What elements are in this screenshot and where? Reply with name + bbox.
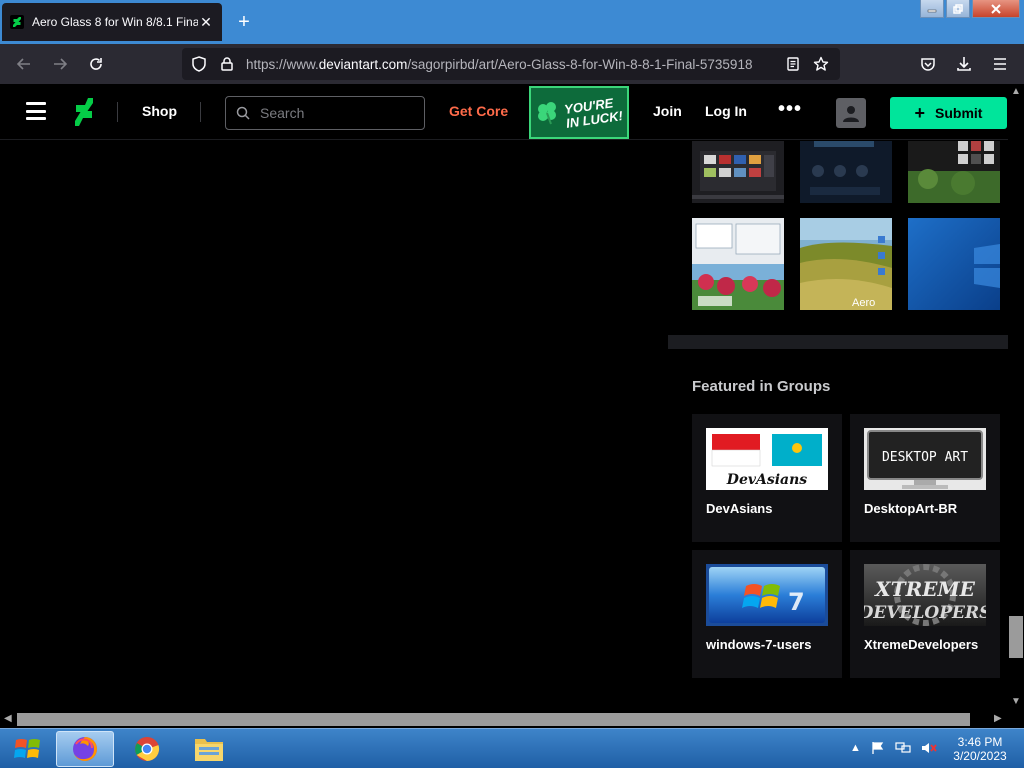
desktopart-logo-text: DESKTOP ART [882,450,968,465]
url-prefix: https://www. [246,56,319,72]
group-name[interactable]: XtremeDevelopers [864,637,978,652]
group-name[interactable]: DesktopArt-BR [864,501,957,516]
bookmark-star-icon[interactable] [812,55,830,73]
show-hidden-icons-icon[interactable]: ▲ [850,742,861,754]
group-card-devasians[interactable]: DevAsians DevAsians [692,414,842,542]
url-path: /sagorpirbd/art/Aero-Glass-8-for-Win-8-8… [407,56,753,72]
group-logo-devasians: DevAsians [706,428,828,490]
vertical-scrollbar[interactable]: ▲ ▼ [1008,84,1024,711]
submit-button[interactable]: + Submit [890,97,1007,129]
vertical-scroll-thumb[interactable] [1009,616,1023,658]
scroll-right-icon[interactable]: ▶ [994,713,1002,724]
gallery-thumbnail[interactable] [692,218,784,310]
group-name[interactable]: DevAsians [706,501,772,516]
browser-titlebar: Aero Glass 8 for Win 8/8.1 Final ✕ + [0,0,1024,44]
network-icon[interactable] [895,741,911,755]
system-clock[interactable]: 3:46 PM 3/20/2023 [948,735,1012,763]
hamburger-menu-icon[interactable] [26,102,46,120]
group-card-desktopart-br[interactable]: DESKTOP ART DesktopArt-BR [850,414,1000,542]
browser-tab[interactable]: Aero Glass 8 for Win 8/8.1 Final ✕ [2,3,222,41]
taskbar-firefox[interactable] [56,731,114,767]
tab-close-icon[interactable]: ✕ [198,14,214,31]
gallery-thumbnail[interactable] [800,141,892,203]
more-options-icon[interactable]: ••• [778,98,802,121]
featured-in-groups-title: Featured in Groups [692,378,831,395]
windows-taskbar: ▲ 3:46 PM 3/20/2023 [0,728,1024,768]
gallery-thumbnail[interactable] [908,141,1000,203]
plus-icon: + [914,102,926,123]
url-bar[interactable]: https://www.deviantart.com/sagorpirbd/ar… [182,48,840,80]
action-center-flag-icon[interactable] [871,741,885,755]
group-card-windows-7-users[interactable]: 7 windows-7-users [692,550,842,678]
downloads-icon[interactable] [952,52,976,76]
gallery-thumbnail[interactable] [692,141,784,203]
restore-icon[interactable] [946,0,970,18]
folder-icon [195,739,223,761]
chrome-icon [135,737,160,762]
tab-title: Aero Glass 8 for Win 8/8.1 Final [32,15,198,29]
page-content: Aero Featured in Groups DevAsians DevAsi… [0,141,1008,711]
minimize-icon[interactable] [920,0,944,18]
section-divider [668,335,1008,349]
youre-in-luck-banner[interactable]: YOU'RE IN LUCK! [529,86,629,139]
gallery-thumbnail[interactable]: Aero [800,218,892,310]
taskbar-chrome[interactable] [118,731,176,767]
new-tab-button[interactable]: + [232,10,256,34]
back-icon[interactable] [12,52,36,76]
reader-view-icon[interactable] [784,55,802,73]
window-close-icon[interactable] [972,0,1020,18]
clock-time: 3:46 PM [957,735,1003,749]
url-domain: deviantart.com [318,56,408,72]
get-core-link[interactable]: Get Core [449,103,508,119]
luck-text: YOU'RE IN LUCK! [563,95,624,131]
windows-7-logo-text: 7 [788,588,805,616]
search-icon [236,106,250,120]
devasians-logo-text: DevAsians [726,472,807,488]
search-box[interactable] [225,96,425,130]
start-button[interactable] [8,733,48,765]
shield-icon[interactable] [190,55,208,73]
header-divider [117,102,118,122]
site-header: Shop Get Core YOU'RE IN LUCK! Join Log I… [0,84,1024,140]
url-text[interactable]: https://www.deviantart.com/sagorpirbd/ar… [246,57,784,72]
submit-label: Submit [935,105,983,121]
join-link[interactable]: Join [653,103,682,119]
user-icon [843,106,859,122]
group-name[interactable]: windows-7-users [706,637,811,652]
taskbar-explorer[interactable] [180,731,238,767]
clover-icon [538,101,556,124]
browser-navbar: https://www.deviantart.com/sagorpirbd/ar… [0,44,1024,84]
window-controls [920,0,1020,18]
horizontal-scrollbar[interactable]: ◀ ▶ [0,711,1008,728]
pocket-icon[interactable] [916,52,940,76]
shop-link[interactable]: Shop [142,103,177,119]
header-divider [200,102,201,122]
developers-logo-text: DEVELOPERS [864,603,986,623]
reload-icon[interactable] [84,52,108,76]
deviantart-favicon-icon [10,15,24,29]
gallery-thumbnail[interactable] [908,218,1000,310]
system-tray: ▲ [850,741,937,755]
group-logo-xtremedevelopers: XTREME DEVELOPERS [864,564,986,626]
search-input[interactable] [260,105,410,121]
volume-muted-icon[interactable] [921,741,937,755]
horizontal-scroll-thumb[interactable] [17,713,970,726]
avatar[interactable] [836,98,866,128]
forward-icon[interactable] [48,52,72,76]
app-menu-icon[interactable] [988,52,1012,76]
scroll-down-icon[interactable]: ▼ [1011,696,1021,707]
clock-date: 3/20/2023 [953,749,1007,763]
lock-icon[interactable] [218,55,236,73]
windows-logo-icon [14,739,40,758]
group-card-xtremedevelopers[interactable]: XTREME DEVELOPERS XtremeDevelopers [850,550,1000,678]
group-logo-desktopart: DESKTOP ART [864,428,986,490]
scroll-left-icon[interactable]: ◀ [4,713,12,724]
group-logo-windows-7: 7 [706,564,828,626]
thumb-caption: Aero [852,297,875,309]
scroll-up-icon[interactable]: ▲ [1011,86,1021,97]
firefox-icon [73,737,97,761]
login-link[interactable]: Log In [705,103,747,119]
deviantart-logo-icon[interactable] [74,98,94,126]
xtreme-logo-text: XTREME [873,577,975,601]
